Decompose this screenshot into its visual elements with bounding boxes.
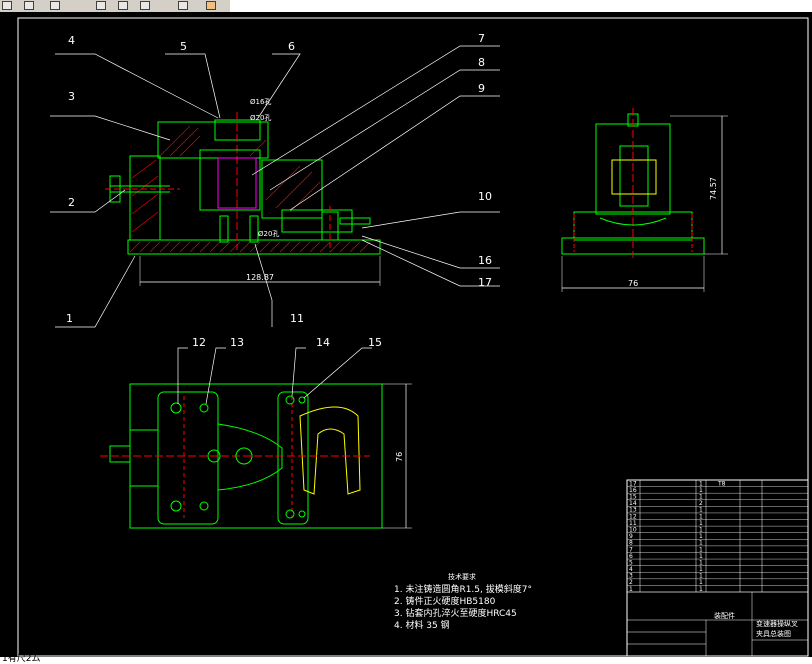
drawing-title-line-1: 变速器操纵叉 [756,619,798,628]
balloon-13: 13 [230,336,244,349]
tech-note-2: 2. 铸件正火硬度HB5180 [394,595,496,607]
balloon-7: 7 [478,32,485,45]
balloon-17: 17 [478,276,492,289]
status-bar: 1有尺2ム [0,654,812,664]
balloon-15: 15 [368,336,382,349]
balloon-6: 6 [288,40,295,53]
plan-height-label: 76 [395,452,404,462]
print-icon[interactable] [118,1,128,10]
side-height-dimension: 74.57 [670,115,728,255]
balloon-14: 14 [316,336,330,349]
balloon-1: 1 [66,312,73,325]
star-icon[interactable] [140,1,150,10]
balloon-9: 9 [478,82,485,95]
part-row-no: 1 [629,586,633,593]
balloon-8: 8 [478,56,485,69]
drawing-frame [17,17,809,657]
pencil-icon[interactable] [50,1,60,10]
save-icon[interactable] [96,1,106,10]
plan-view [100,383,383,529]
open-folder-icon[interactable] [24,1,34,10]
balloon-16: 16 [478,254,492,267]
paint-icon[interactable] [206,1,216,10]
side-width-label: 76 [628,279,638,288]
tech-note-4: 4. 材料 35 钢 [394,619,450,631]
front-section-view [105,112,381,255]
balloon-4: 4 [68,34,75,47]
cad-drawing-canvas[interactable]: 128.87 Ø16孔 Ø20孔 Ø20孔 74.57 76 76 4 5 6 … [0,12,812,657]
tech-notes-title: 技术要求 [448,572,476,581]
new-file-icon[interactable] [2,1,12,10]
title-block: 17 1 T816 115 114 213 112 111 110 19 18 17 16 15 14 13 1… [626,479,809,657]
hole-top-b-label: Ø20孔 [250,114,271,122]
tech-note-3: 3. 钻套内孔淬火至硬度HRC45 [394,607,517,619]
balloon-5: 5 [180,40,187,53]
part-row-mat: T8 [717,480,726,487]
front-width-label: 128.87 [246,273,274,282]
balloon-10: 10 [478,190,492,203]
side-height-label: 74.57 [709,177,718,200]
assembly-label: 装配件 [714,611,735,620]
technical-requirements: 技术要求 1. 未注铸造圆角R1.5, 拔模斜度7° 2. 铸件正火硬度HB51… [394,572,532,631]
status-text: 1有尺2ム [2,654,41,664]
balloon-2: 2 [68,196,75,209]
leader-lines-plan [177,347,372,405]
balloon-11: 11 [290,312,304,325]
pin-icon[interactable] [178,1,188,10]
drawing-title-line-2: 夹具总装图 [756,629,791,638]
part-row-qty: 1 [699,586,703,593]
balloon-12: 12 [192,336,206,349]
tech-note-1: 1. 未注铸造圆角R1.5, 拔模斜度7° [394,583,532,595]
side-width-dimension: 76 [561,256,705,292]
balloon-3: 3 [68,90,75,103]
side-view [561,108,705,258]
plan-height-dimension: 76 [382,383,412,529]
hole-bottom-label: Ø20孔 [258,230,279,238]
